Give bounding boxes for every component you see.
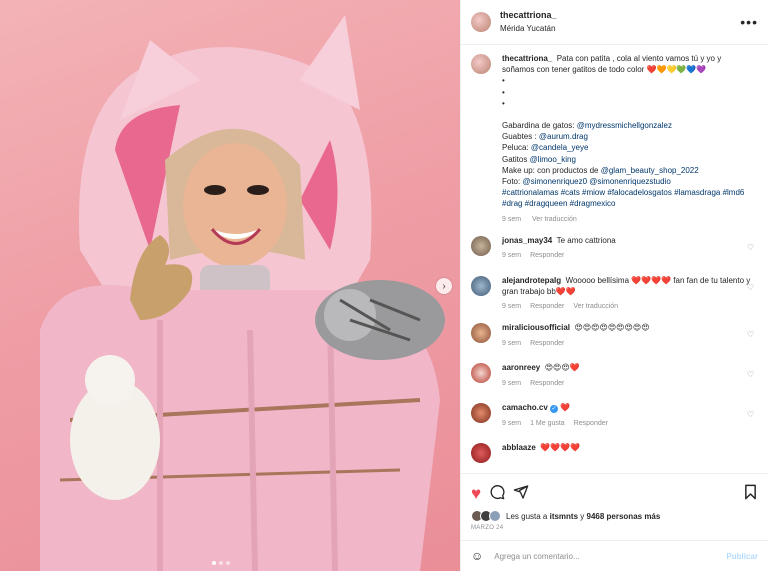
- commenter-username[interactable]: alejandrotepalg: [502, 276, 561, 285]
- credit-mention[interactable]: @glam_beauty_shop_2022: [601, 166, 699, 175]
- caption-avatar[interactable]: [471, 54, 491, 74]
- comment-input[interactable]: Agrega un comentario...: [494, 552, 726, 561]
- comment-like-heart-icon[interactable]: ♡: [747, 243, 754, 252]
- commenter-avatar[interactable]: [471, 235, 491, 256]
- bookmark-icon[interactable]: [743, 484, 758, 503]
- post-header: thecattriona_ Mérida Yucatán •••: [461, 0, 768, 45]
- credit-mention[interactable]: @aurum.drag: [539, 132, 588, 141]
- commenter-avatar[interactable]: [471, 275, 491, 296]
- post-date[interactable]: MARZO 24: [461, 522, 768, 534]
- caption-time: 9 sem: [502, 215, 522, 223]
- credit-mention[interactable]: @candela_yeye: [531, 143, 589, 152]
- comment-like-count[interactable]: 1 Me gusta: [530, 420, 565, 427]
- comment: miraliciousofficial 😍😍😍😍😍😍😍😍😍 9 sem Respo…: [471, 322, 758, 352]
- credit-line: Make up: con productos de @glam_beauty_s…: [502, 165, 699, 175]
- comment-text: ❤️❤️❤️❤️: [540, 443, 581, 453]
- caption-dot: •: [502, 87, 505, 97]
- heart-filled-icon[interactable]: ♥: [471, 485, 481, 502]
- reply-button[interactable]: Responder: [530, 252, 564, 259]
- post-details-panel: thecattriona_ Mérida Yucatán ••• thecatt…: [460, 0, 768, 571]
- carousel-dot: [219, 561, 223, 565]
- post-comment-button[interactable]: Publicar: [726, 552, 758, 561]
- photo-illustration: [40, 15, 445, 571]
- comment-time: 9 sem: [502, 379, 522, 387]
- commenter-avatar[interactable]: [471, 323, 491, 344]
- commenter-username[interactable]: jonas_may34: [502, 236, 552, 245]
- instagram-post: › thecattriona_ Mérida Yucatán ••• theca…: [0, 0, 768, 571]
- more-horizontal-icon[interactable]: •••: [740, 14, 758, 30]
- comment-time: 9 sem: [502, 303, 522, 311]
- carousel-dots: [212, 561, 230, 565]
- commenter-username[interactable]: camacho.cv: [502, 403, 548, 412]
- credit-line: Gatitos @limoo_king: [502, 154, 576, 164]
- comment-time: 9 sem: [502, 339, 522, 347]
- verified-badge-icon: ✓: [550, 405, 559, 414]
- comment: jonas_may34 Te amo cattriona 9 sem Respon…: [471, 235, 758, 265]
- credit-mention[interactable]: @limoo_king: [530, 155, 576, 164]
- commenter-avatar[interactable]: [471, 363, 491, 384]
- commenter-username[interactable]: abblaaze: [502, 443, 536, 452]
- comments-scroll-area[interactable]: thecattriona_ Pata con patita , cola al …: [461, 45, 768, 473]
- commenter-username[interactable]: aaronreey: [502, 363, 540, 372]
- post-location[interactable]: Mérida Yucatán: [500, 22, 557, 35]
- comment-time: 9 sem: [502, 419, 522, 427]
- comment-time: 9 sem: [502, 252, 522, 260]
- likes-count[interactable]: 9468 personas más: [587, 512, 661, 521]
- carousel-dot: [212, 561, 216, 565]
- caption-dot: •: [502, 76, 505, 86]
- see-translation-link[interactable]: Ver traducción: [573, 303, 618, 310]
- caption-username[interactable]: thecattriona_: [502, 54, 552, 63]
- comment-like-heart-icon[interactable]: ♡: [747, 283, 754, 292]
- comment-text: ❤️: [560, 403, 571, 413]
- comment-like-heart-icon[interactable]: ♡: [747, 330, 754, 339]
- add-comment-bar: ☺ Agrega un comentario... Publicar: [461, 540, 768, 571]
- credit-line: Gabardina de gatos: @mydressmichellgonza…: [502, 121, 672, 131]
- comment-text: 😍😍😍😍😍😍😍😍😍: [574, 323, 650, 333]
- comment: camacho.cv ✓ ❤️ 9 sem 1 Me gusta Responder…: [471, 402, 758, 432]
- credit-line: Peluca: @candela_yeye: [502, 143, 589, 153]
- comment: alejandrotepalg Wooooo bellísima ❤️❤️❤️❤…: [471, 275, 758, 313]
- comment-text: 😍😍😍❤️: [544, 363, 580, 373]
- comment-icon[interactable]: [489, 484, 505, 503]
- reply-button[interactable]: Responder: [530, 340, 564, 347]
- liker-username[interactable]: itsmnts: [550, 512, 578, 521]
- see-translation-link[interactable]: Ver traducción: [532, 216, 577, 223]
- caption-meta: 9 sem Ver traducción: [502, 214, 754, 225]
- commenter-avatar[interactable]: [471, 403, 491, 424]
- share-icon[interactable]: [513, 484, 529, 503]
- liker-avatar: [489, 510, 501, 522]
- author-avatar[interactable]: [471, 12, 491, 32]
- credit-mention[interactable]: @mydressmichellgonzalez: [577, 121, 672, 130]
- author-username[interactable]: thecattriona_: [500, 9, 557, 22]
- credit-line: Guabtes : @aurum.drag: [502, 132, 588, 142]
- comment-like-heart-icon[interactable]: ♡: [747, 370, 754, 379]
- credit-line: Foto: @simonenriquez0 @simonenriquezstud…: [502, 177, 671, 187]
- reply-button[interactable]: Responder: [574, 420, 608, 427]
- credit-mention[interactable]: @simonenriquez0 @simonenriquezstudio: [522, 177, 670, 186]
- comment-text: Te amo cattriona: [556, 235, 616, 245]
- reply-button[interactable]: Responder: [530, 303, 564, 310]
- caption: thecattriona_ Pata con patita , cola al …: [471, 53, 758, 225]
- post-photo[interactable]: ›: [0, 0, 460, 571]
- comment: abblaaze ❤️❤️❤️❤️: [471, 442, 758, 472]
- caption-hashtags[interactable]: #cattrionalamas #cats #miow #falocadelos…: [502, 187, 754, 209]
- commenter-avatar[interactable]: [471, 443, 491, 464]
- comment-like-heart-icon[interactable]: ♡: [747, 410, 754, 419]
- comment: aaronreey 😍😍😍❤️ 9 sem Responder ♡: [471, 362, 758, 392]
- commenter-username[interactable]: miraliciousofficial: [502, 323, 570, 332]
- next-photo-chevron-icon[interactable]: ›: [436, 278, 452, 294]
- reply-button[interactable]: Responder: [530, 380, 564, 387]
- carousel-dot: [226, 561, 230, 565]
- likes-summary: Les gusta a itsmnts y 9468 personas más: [461, 504, 768, 522]
- smiley-icon[interactable]: ☺: [471, 549, 483, 563]
- caption-dot: •: [502, 98, 505, 108]
